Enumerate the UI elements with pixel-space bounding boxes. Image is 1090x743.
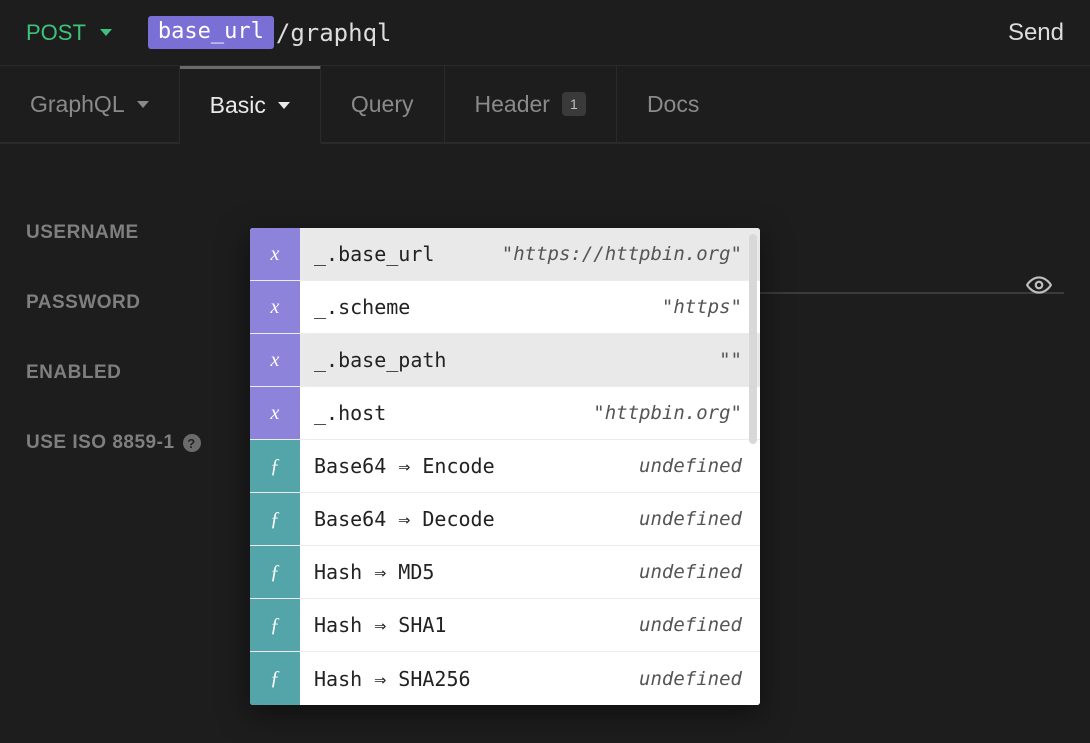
- autocomplete-item-preview: "https://httpbin.org": [484, 243, 760, 265]
- tab-body-label: GraphQL: [30, 91, 125, 118]
- autocomplete-item-label: Hash ⇒ MD5: [300, 560, 621, 584]
- autocomplete-item-preview: "https": [644, 296, 760, 318]
- password-input-underline: [760, 292, 1064, 294]
- help-icon[interactable]: ?: [183, 434, 201, 452]
- chevron-down-icon: [100, 29, 112, 36]
- function-icon: ƒ: [250, 493, 300, 545]
- autocomplete-item[interactable]: x_.base_url"https://httpbin.org": [250, 228, 760, 281]
- header-count-badge: 1: [562, 92, 586, 116]
- autocomplete-item-preview: undefined: [621, 561, 760, 583]
- variable-icon: x: [250, 387, 300, 439]
- autocomplete-item[interactable]: ƒBase64 ⇒ Decodeundefined: [250, 493, 760, 546]
- url-variable-chip[interactable]: base_url: [148, 16, 274, 49]
- auth-basic-form: USERNAME PASSWORD ENABLED USE ISO 8859-1…: [0, 144, 1090, 504]
- autocomplete-item-preview: undefined: [621, 614, 760, 636]
- iso-label: USE ISO 8859-1 ?: [26, 432, 236, 454]
- method-label: POST: [26, 20, 86, 46]
- tab-query[interactable]: Query: [321, 66, 445, 142]
- autocomplete-item[interactable]: ƒBase64 ⇒ Encodeundefined: [250, 440, 760, 493]
- request-bar: POST base_url /graphql Send: [0, 0, 1090, 66]
- url-path: /graphql: [276, 19, 392, 47]
- tab-body-type[interactable]: GraphQL: [0, 66, 180, 142]
- function-icon: ƒ: [250, 599, 300, 651]
- autocomplete-item[interactable]: x_.host"httpbin.org": [250, 387, 760, 440]
- autocomplete-item-label: _.base_path: [300, 348, 701, 372]
- autocomplete-item[interactable]: ƒHash ⇒ MD5undefined: [250, 546, 760, 599]
- autocomplete-list: x_.base_url"https://httpbin.org"x_.schem…: [250, 228, 760, 705]
- username-label: USERNAME: [26, 222, 236, 244]
- autocomplete-item[interactable]: ƒHash ⇒ SHA256undefined: [250, 652, 760, 705]
- autocomplete-item[interactable]: x_.base_path"": [250, 334, 760, 387]
- method-dropdown[interactable]: POST: [26, 20, 112, 46]
- autocomplete-item-label: Base64 ⇒ Encode: [300, 454, 621, 478]
- enabled-label: ENABLED: [26, 362, 236, 384]
- autocomplete-item-label: Base64 ⇒ Decode: [300, 507, 621, 531]
- variable-icon: x: [250, 334, 300, 386]
- autocomplete-item-preview: "httpbin.org": [575, 402, 760, 424]
- chevron-down-icon: [278, 102, 290, 109]
- tab-header-label: Header: [475, 91, 550, 118]
- send-button[interactable]: Send: [1008, 19, 1064, 47]
- tab-query-label: Query: [351, 91, 414, 118]
- url-input[interactable]: base_url /graphql: [148, 16, 392, 49]
- autocomplete-item[interactable]: x_.scheme"https": [250, 281, 760, 334]
- autocomplete-item-label: Hash ⇒ SHA1: [300, 613, 621, 637]
- request-tabs: GraphQL Basic Query Header 1 Docs: [0, 66, 1090, 144]
- autocomplete-item-label: _.scheme: [300, 295, 644, 319]
- iso-label-text: USE ISO 8859-1: [26, 432, 175, 454]
- autocomplete-item[interactable]: ƒHash ⇒ SHA1undefined: [250, 599, 760, 652]
- function-icon: ƒ: [250, 652, 300, 705]
- tab-auth-label: Basic: [210, 92, 266, 119]
- variable-icon: x: [250, 228, 300, 280]
- autocomplete-item-label: Hash ⇒ SHA256: [300, 667, 621, 691]
- autocomplete-item-preview: undefined: [621, 455, 760, 477]
- chevron-down-icon: [137, 101, 149, 108]
- function-icon: ƒ: [250, 440, 300, 492]
- password-label: PASSWORD: [26, 292, 236, 314]
- tab-docs[interactable]: Docs: [617, 66, 729, 142]
- variable-icon: x: [250, 281, 300, 333]
- scrollbar-thumb[interactable]: [749, 234, 757, 444]
- autocomplete-popover: x_.base_url"https://httpbin.org"x_.schem…: [250, 228, 760, 705]
- eye-icon[interactable]: [1026, 272, 1052, 303]
- autocomplete-item-preview: undefined: [621, 508, 760, 530]
- tab-auth-type[interactable]: Basic: [180, 66, 321, 144]
- function-icon: ƒ: [250, 546, 300, 598]
- autocomplete-item-label: _.host: [300, 401, 575, 425]
- tab-docs-label: Docs: [647, 91, 699, 118]
- autocomplete-item-preview: undefined: [621, 668, 760, 690]
- tab-header[interactable]: Header 1: [445, 66, 617, 142]
- autocomplete-item-label: _.base_url: [300, 242, 484, 266]
